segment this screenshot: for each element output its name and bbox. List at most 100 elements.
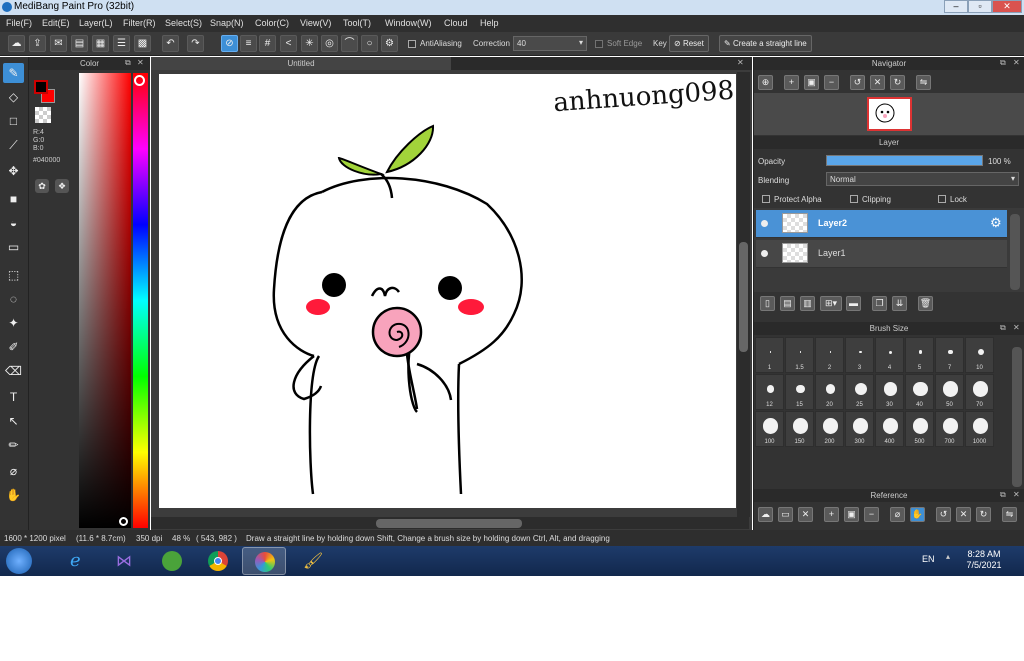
brush-size-cell[interactable]: 400 — [875, 411, 904, 447]
brush-size-cell[interactable]: 500 — [905, 411, 934, 447]
close-button[interactable]: ✕ — [992, 0, 1022, 13]
drawing-canvas[interactable]: anhnuong098 #HoiDap — [159, 74, 736, 508]
divide-tool-icon[interactable]: ⟋ — [3, 135, 24, 155]
gradation-tool-icon[interactable]: ▭ — [3, 237, 24, 257]
windows-start-icon[interactable] — [6, 548, 32, 574]
minimize-button[interactable]: – — [944, 0, 968, 13]
brush-size-cell[interactable]: 5 — [905, 337, 934, 373]
brush-size-cell[interactable]: 150 — [785, 411, 814, 447]
menu-view[interactable]: View(V) — [300, 18, 331, 28]
snap-off-icon[interactable]: ⊘ — [221, 35, 238, 52]
horizontal-scrollbar[interactable] — [151, 517, 749, 529]
layer-list-scrollbar[interactable] — [1010, 214, 1020, 290]
brush-size-cell[interactable]: 3 — [845, 337, 874, 373]
layer-item-layer2[interactable]: Layer2 ⚙ — [756, 210, 1007, 238]
blending-select[interactable]: Normal ▾ — [826, 172, 1019, 186]
brush-size-cell[interactable]: 1000 — [965, 411, 994, 447]
rotate-left-icon[interactable]: ↺ — [850, 75, 865, 90]
select-eraser-tool-icon[interactable]: ⌫ — [3, 361, 24, 381]
brush-size-cell[interactable]: 7 — [935, 337, 964, 373]
select-tool-icon[interactable]: ⬚ — [3, 265, 24, 285]
menu-filter[interactable]: Filter(R) — [123, 18, 156, 28]
perspective-snap-icon[interactable]: < — [280, 35, 297, 52]
zoom-in-icon[interactable]: + — [824, 507, 839, 522]
eyedropper-tool-icon[interactable]: ⌀ — [3, 461, 24, 481]
bucket-tool-icon[interactable]: ◒ — [3, 213, 24, 233]
new-layer-icon[interactable]: ▯ — [760, 296, 775, 311]
rotate-left-icon[interactable]: ↺ — [936, 507, 951, 522]
brush-size-cell[interactable]: 25 — [845, 374, 874, 410]
zoom-out-icon[interactable]: − — [824, 75, 839, 90]
menu-select[interactable]: Select(S) — [165, 18, 202, 28]
panel-close-icon[interactable]: ✕ — [137, 58, 144, 67]
antialiasing-checkbox[interactable] — [408, 40, 416, 48]
brush-size-cell[interactable]: 15 — [785, 374, 814, 410]
comment-icon[interactable]: ✉ — [50, 35, 67, 52]
zoom-in-icon[interactable]: + — [784, 75, 799, 90]
rotate-right-icon[interactable]: ↻ — [890, 75, 905, 90]
menu-layer[interactable]: Layer(L) — [79, 18, 113, 28]
add-layer-menu-icon[interactable]: ⊞▾ — [820, 296, 842, 311]
eraser-tool-icon[interactable]: ◇ — [3, 87, 24, 107]
soft-edge-checkbox[interactable] — [595, 40, 603, 48]
duplicate-layer-icon[interactable]: ❐ — [872, 296, 887, 311]
circle-snap-icon[interactable]: ◎ — [321, 35, 338, 52]
cloud-download-icon[interactable]: ☁ — [758, 507, 773, 522]
brush-size-cell[interactable]: 300 — [845, 411, 874, 447]
color-palette-icon[interactable]: ❖ — [55, 179, 69, 193]
create-straight-line-button[interactable]: ✎ Create a straight line — [719, 35, 812, 52]
vertical-scrollbar[interactable] — [737, 72, 750, 517]
grid-icon[interactable]: ▩ — [134, 35, 151, 52]
rotate-reset-icon[interactable]: ✕ — [956, 507, 971, 522]
undock-icon[interactable]: ⧉ — [125, 58, 131, 68]
fill-rect-tool-icon[interactable]: ■ — [3, 189, 24, 209]
panel-close-icon[interactable]: ✕ — [1013, 323, 1020, 332]
new-8bit-layer-icon[interactable]: ▥ — [800, 296, 815, 311]
undo-icon[interactable]: ↶ — [162, 35, 179, 52]
transparent-color-swatch[interactable] — [35, 107, 51, 123]
system-clock[interactable]: 8:28 AM 7/5/2021 — [962, 549, 1006, 571]
horizontal-scroll-thumb[interactable] — [376, 519, 522, 528]
brush-size-cell[interactable]: 10 — [965, 337, 994, 373]
protect-alpha-checkbox[interactable] — [762, 195, 770, 203]
move-tool-icon[interactable]: ✥ — [3, 161, 24, 181]
parallel-snap-icon[interactable]: ≡ — [240, 35, 257, 52]
merge-layer-icon[interactable]: ⇊ — [892, 296, 907, 311]
gear-icon[interactable]: ⚙ — [990, 215, 1002, 231]
color-wheel-icon[interactable]: ✿ — [35, 179, 49, 193]
taskbar-chrome-icon[interactable] — [196, 547, 240, 575]
hue-slider-handle[interactable] — [134, 75, 145, 86]
brush-size-cell[interactable]: 50 — [935, 374, 964, 410]
zoom-actual-icon[interactable]: ▣ — [804, 75, 819, 90]
brush-size-cell[interactable]: 2 — [815, 337, 844, 373]
brush-size-cell[interactable]: 1.5 — [785, 337, 814, 373]
navigator-thumbnail[interactable] — [867, 97, 912, 131]
brush-size-cell[interactable]: 70 — [965, 374, 994, 410]
blur-tool-icon[interactable]: ✏ — [3, 435, 24, 455]
menu-window[interactable]: Window(W) — [385, 18, 432, 28]
brush-size-cell[interactable]: 20 — [815, 374, 844, 410]
canvas-close-icon[interactable]: ✕ — [737, 58, 744, 67]
select-pen-tool-icon[interactable]: ✐ — [3, 337, 24, 357]
cross-snap-icon[interactable]: # — [259, 35, 276, 52]
brush-size-cell[interactable]: 4 — [875, 337, 904, 373]
menu-color[interactable]: Color(C) — [255, 18, 289, 28]
reset-button[interactable]: ⊘ Reset — [669, 35, 709, 52]
brush-size-cell[interactable]: 1 — [755, 337, 784, 373]
brush-size-cell[interactable]: 700 — [935, 411, 964, 447]
clipping-checkbox[interactable] — [850, 195, 858, 203]
tray-arrow-icon[interactable]: ▴ — [946, 552, 954, 561]
taskbar-ie-icon[interactable]: e — [56, 547, 100, 575]
visibility-icon[interactable] — [761, 250, 768, 257]
hue-slider[interactable] — [133, 73, 148, 528]
undock-icon[interactable]: ⧉ — [1000, 58, 1006, 68]
taskbar-green-app-icon[interactable] — [150, 547, 194, 575]
brush-size-cell[interactable]: 200 — [815, 411, 844, 447]
saturation-value-picker[interactable] — [79, 73, 131, 528]
taskbar-medibang-icon[interactable] — [242, 547, 286, 575]
undock-icon[interactable]: ⧉ — [1000, 323, 1006, 333]
curve-snap-icon[interactable]: ⌒ — [341, 35, 358, 52]
folder-icon[interactable]: ▬ — [846, 296, 861, 311]
ellipse-snap-icon[interactable]: ○ — [361, 35, 378, 52]
brush-size-scrollbar[interactable] — [1012, 347, 1022, 487]
